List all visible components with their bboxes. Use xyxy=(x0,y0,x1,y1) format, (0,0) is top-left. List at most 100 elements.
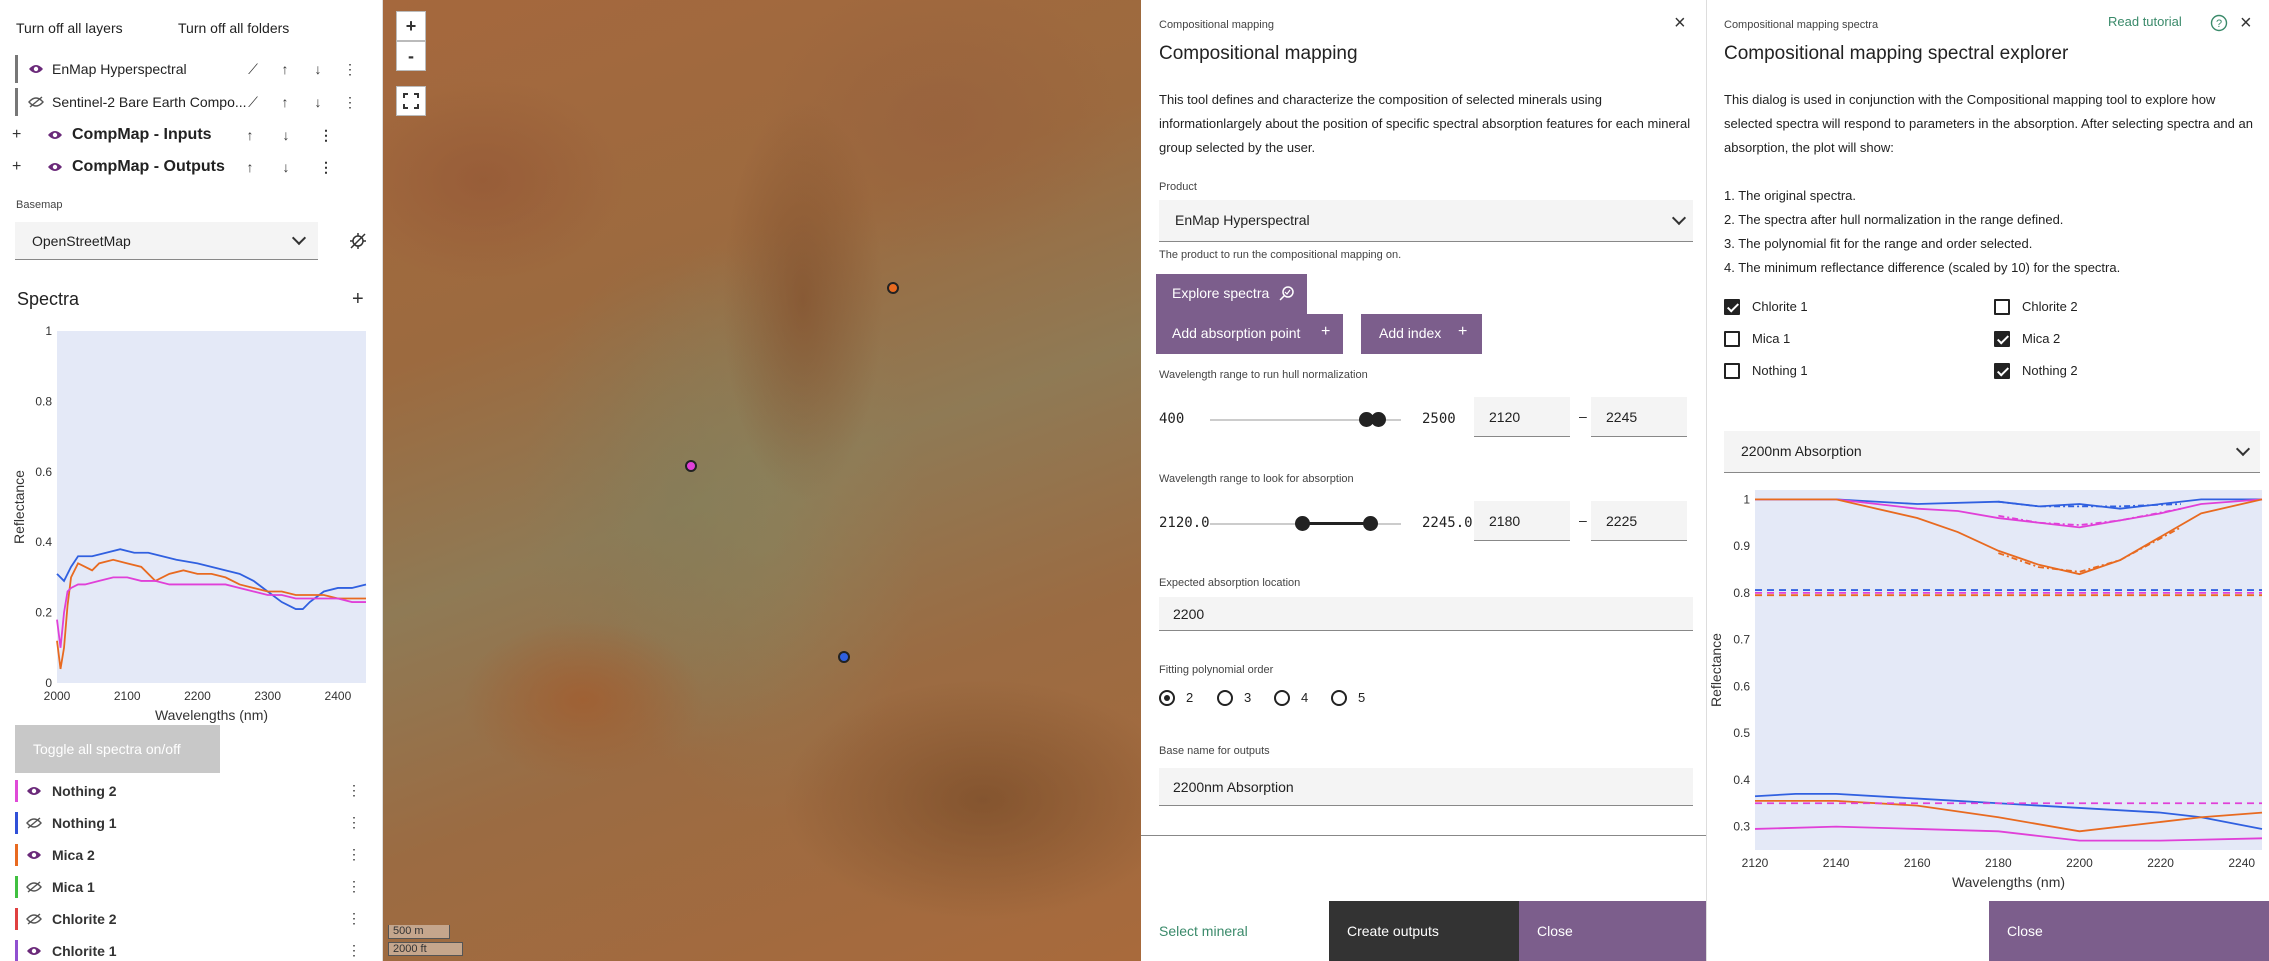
map-view[interactable]: + - 500 m 2000 ft xyxy=(383,0,1141,961)
spectrum-name: Chlorite 2 xyxy=(52,911,117,927)
more-options-icon[interactable]: ⋮ xyxy=(347,814,361,831)
plus-icon: + xyxy=(1321,323,1331,340)
spectrum-row[interactable]: Mica 2 ⋮ xyxy=(0,838,383,870)
eye-icon[interactable] xyxy=(26,945,42,957)
x-tick-label: 2100 xyxy=(114,689,141,703)
absorption-min-input[interactable]: 2180 xyxy=(1474,501,1570,541)
select-mineral-link[interactable]: Select mineral xyxy=(1159,923,1248,939)
absorption-select[interactable]: 2200nm Absorption xyxy=(1724,431,2260,473)
expand-icon[interactable]: + xyxy=(12,126,21,144)
move-up-icon[interactable]: ↑ xyxy=(243,127,257,143)
hull-range-handle-high[interactable] xyxy=(1370,412,1386,427)
zoom-in-button[interactable]: + xyxy=(396,11,426,41)
turn-off-all-layers-button[interactable]: Turn off all layers xyxy=(16,20,123,36)
base-name-input[interactable]: 2200nm Absorption xyxy=(1159,768,1693,806)
move-up-icon[interactable]: ↑ xyxy=(278,94,292,110)
more-options-icon[interactable]: ⋮ xyxy=(319,127,333,144)
hull-max-label: 2500 xyxy=(1422,411,1456,427)
spectrum-checkbox[interactable] xyxy=(1724,363,1740,379)
move-down-icon[interactable]: ↓ xyxy=(311,61,325,77)
spectrum-row[interactable]: Nothing 2 ⋮ xyxy=(0,774,383,806)
close-icon[interactable]: × xyxy=(1674,12,1686,35)
move-up-icon[interactable]: ↑ xyxy=(243,159,257,175)
spectrum-checkbox[interactable] xyxy=(1724,299,1740,315)
eye-icon[interactable] xyxy=(47,128,63,142)
more-options-icon[interactable]: ⋮ xyxy=(343,94,357,111)
add-index-button[interactable]: Add index + xyxy=(1361,314,1482,354)
scale-bar-metric: 500 m xyxy=(388,925,450,939)
basemap-select[interactable]: OpenStreetMap xyxy=(15,222,318,260)
move-up-icon[interactable]: ↑ xyxy=(278,61,292,77)
settings-slash-icon[interactable]: ⟋ xyxy=(246,94,260,111)
more-options-icon[interactable]: ⋮ xyxy=(347,942,361,959)
hull-min-input[interactable]: 2120 xyxy=(1474,397,1570,437)
close-button[interactable]: Close xyxy=(1989,901,2269,961)
more-options-icon[interactable]: ⋮ xyxy=(319,159,333,176)
spectrum-checkbox[interactable] xyxy=(1994,299,2010,315)
move-down-icon[interactable]: ↓ xyxy=(279,159,293,175)
polynomial-order-radio[interactable] xyxy=(1331,690,1347,706)
eye-off-icon[interactable] xyxy=(26,913,42,925)
no-location-icon[interactable] xyxy=(349,232,367,250)
polynomial-order-radio[interactable] xyxy=(1217,690,1233,706)
absorption-range-handle-high[interactable] xyxy=(1363,516,1379,531)
add-absorption-point-button[interactable]: Add absorption point + xyxy=(1156,314,1343,354)
zoom-out-button[interactable]: - xyxy=(396,41,426,71)
eye-off-icon[interactable] xyxy=(28,95,44,109)
spectrum-row[interactable]: Chlorite 2 ⋮ xyxy=(0,902,383,934)
spectrum-marker[interactable] xyxy=(685,460,697,472)
spectrum-marker[interactable] xyxy=(838,651,850,663)
explore-spectra-button[interactable]: Explore spectra xyxy=(1156,274,1307,314)
checkbox-label: Chlorite 2 xyxy=(2022,299,2078,314)
help-icon[interactable]: ? xyxy=(2210,14,2228,32)
turn-off-all-folders-button[interactable]: Turn off all folders xyxy=(178,20,289,36)
read-tutorial-link[interactable]: Read tutorial xyxy=(2108,14,2182,29)
toggle-spectra-button[interactable]: Toggle all spectra on/off xyxy=(15,725,220,773)
layer-row[interactable]: EnMap Hyperspectral ⟋ ↑ ↓ ⋮ xyxy=(0,54,383,84)
x-tick-label: 2180 xyxy=(1985,856,2012,870)
spectrum-marker[interactable] xyxy=(887,282,899,294)
close-icon[interactable]: × xyxy=(2240,12,2252,35)
move-down-icon[interactable]: ↓ xyxy=(279,127,293,143)
layer-group-row[interactable]: + CompMap - Outputs ↑ ↓ ⋮ xyxy=(0,152,383,182)
add-spectrum-icon[interactable]: + xyxy=(352,288,364,311)
y-tick-label: 0.4 xyxy=(35,535,52,549)
product-select[interactable]: EnMap Hyperspectral xyxy=(1159,200,1693,242)
absorption-range-handle-low[interactable] xyxy=(1294,516,1310,531)
spectrum-row[interactable]: Nothing 1 ⋮ xyxy=(0,806,383,838)
spectrum-checkbox[interactable] xyxy=(1994,331,2010,347)
create-outputs-button[interactable]: Create outputs xyxy=(1329,901,1519,961)
spectrum-row[interactable]: Mica 1 ⋮ xyxy=(0,870,383,902)
eye-icon[interactable] xyxy=(47,160,63,174)
hull-max-input[interactable]: 2245 xyxy=(1591,397,1687,437)
panel-description: This tool defines and characterize the c… xyxy=(1159,92,1691,155)
close-button[interactable]: Close xyxy=(1519,901,1706,961)
more-options-icon[interactable]: ⋮ xyxy=(347,846,361,863)
move-down-icon[interactable]: ↓ xyxy=(311,94,325,110)
more-options-icon[interactable]: ⋮ xyxy=(347,782,361,799)
expand-icon[interactable]: + xyxy=(12,158,21,176)
eye-icon[interactable] xyxy=(28,62,44,76)
spectrum-row[interactable]: Chlorite 1 ⋮ xyxy=(0,934,383,961)
layer-group-row[interactable]: + CompMap - Inputs ↑ ↓ ⋮ xyxy=(0,120,383,150)
expected-location-input[interactable]: 2200 xyxy=(1159,597,1693,631)
spectrum-checkbox[interactable] xyxy=(1724,331,1740,347)
eye-icon[interactable] xyxy=(26,785,42,797)
y-tick-label: 0.9 xyxy=(1733,539,1750,553)
settings-slash-icon[interactable]: ⟋ xyxy=(246,61,260,78)
eye-off-icon[interactable] xyxy=(26,817,42,829)
polynomial-order-radio[interactable] xyxy=(1274,690,1290,706)
more-options-icon[interactable]: ⋮ xyxy=(343,61,357,78)
scale-bar-imperial: 2000 ft xyxy=(388,942,463,956)
fullscreen-button[interactable] xyxy=(396,86,426,116)
layer-row[interactable]: Sentinel-2 Bare Earth Compo... ⟋ ↑ ↓ ⋮ xyxy=(0,87,383,117)
spectrum-checkbox[interactable] xyxy=(1994,363,2010,379)
eye-off-icon[interactable] xyxy=(26,881,42,893)
absorption-max-input[interactable]: 2225 xyxy=(1591,501,1687,541)
polynomial-order-radio[interactable] xyxy=(1159,690,1175,706)
eye-icon[interactable] xyxy=(26,849,42,861)
y-tick-label: 0.5 xyxy=(1733,726,1750,740)
more-options-icon[interactable]: ⋮ xyxy=(347,878,361,895)
more-options-icon[interactable]: ⋮ xyxy=(347,910,361,927)
spectrum-name: Mica 1 xyxy=(52,879,95,895)
